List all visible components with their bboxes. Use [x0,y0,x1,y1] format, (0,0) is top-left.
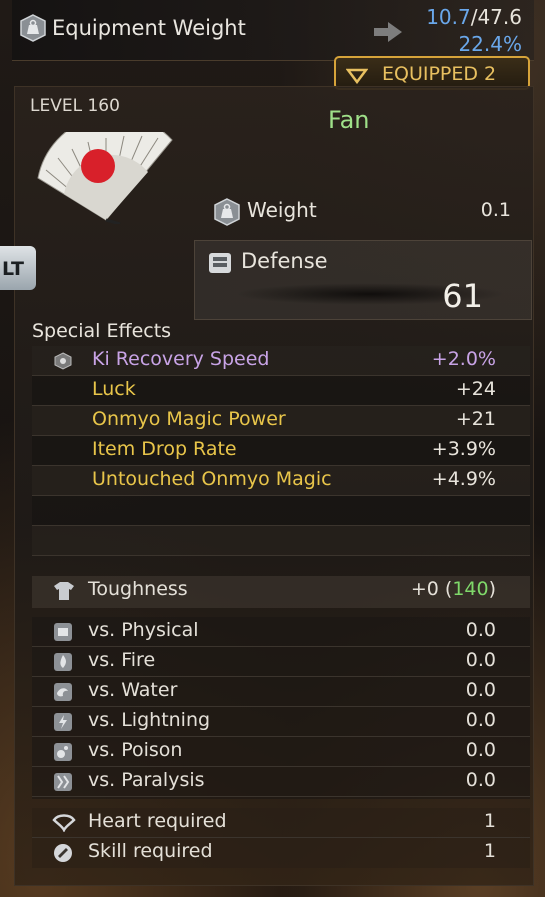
toughness-icon [52,580,76,606]
weight-icon [20,14,46,46]
resistance-value: 0.0 [465,709,496,731]
effect-row[interactable]: Luck +24 [32,376,530,406]
resistance-row[interactable]: vs. Lightning 0.0 [32,707,530,737]
effect-value: +3.9% [431,438,496,460]
weight-icon [214,198,240,230]
toughness-row[interactable]: Toughness +0 (140) [32,576,530,608]
skill-req-icon [52,842,74,868]
equipment-weight-title: Equipment Weight [52,16,246,40]
resistance-row[interactable]: vs. Physical 0.0 [32,617,530,647]
effect-row[interactable]: Ki Recovery Speed +2.0% [32,346,530,376]
resistance-value: 0.0 [465,619,496,641]
resistance-value: 0.0 [465,739,496,761]
resistance-label: vs. Poison [88,739,183,761]
resistance-list: vs. Physical 0.0 vs. Fire 0.0 vs. Water … [32,617,530,799]
toughness-value: +0 (140) [410,578,496,600]
equipped-label: EQUIPPED 2 [382,63,497,85]
arrow-right-icon [372,20,404,48]
paralysis-icon [52,771,74,797]
effect-row[interactable]: Untouched Onmyo Magic +4.9% [32,466,530,496]
effect-row[interactable]: Onmyo Magic Power +21 [32,406,530,436]
requirement-value: 1 [483,840,496,862]
requirement-value: 1 [483,810,496,832]
effect-label: Item Drop Rate [92,438,237,460]
weight-current: 10.7 [426,5,471,29]
resistance-row[interactable]: vs. Paralysis 0.0 [32,767,530,797]
effect-label: Luck [92,378,136,400]
resistance-value: 0.0 [465,679,496,701]
resistance-value: 0.0 [465,649,496,671]
item-name: Fan [328,106,370,134]
empty-effect-slot [32,496,530,526]
weight-readout: 10.7/47.6 22.4% [426,4,522,58]
toughness-total: 140 [452,578,489,600]
requirements-list: Heart required 1 Skill required 1 [32,808,530,868]
resistance-row[interactable]: vs. Poison 0.0 [32,737,530,767]
resistance-label: vs. Paralysis [88,769,205,791]
resistance-label: vs. Water [88,679,178,701]
resistance-label: vs. Lightning [88,709,211,731]
armor-icon [205,249,235,281]
water-icon [52,681,74,707]
item-weight-value: 0.1 [480,199,511,221]
empty-effect-slot [32,526,530,556]
fire-icon [52,651,74,677]
requirement-row[interactable]: Heart required 1 [32,808,530,838]
effect-value: +24 [455,378,496,400]
defense-label: Defense [241,249,328,273]
equipped-badge[interactable]: EQUIPPED 2 [334,56,530,90]
resistance-value: 0.0 [465,769,496,791]
defense-box: Defense 61 [194,240,532,320]
equipment-weight-bar: Equipment Weight 10.7/47.6 22.4% [12,0,534,61]
special-effects-title: Special Effects [32,320,172,342]
resistance-row[interactable]: vs. Fire 0.0 [32,647,530,677]
effect-label: Ki Recovery Speed [92,348,270,370]
weight-percent: 22.4% [458,32,522,56]
physical-icon [52,621,74,647]
resistance-label: vs. Fire [88,649,156,671]
toughness-label: Toughness [88,578,188,600]
fan-item-image [36,114,176,228]
effect-label: Onmyo Magic Power [92,408,286,430]
effect-value: +21 [455,408,496,430]
lt-label: LT [2,258,24,280]
requirement-label: Skill required [88,840,213,862]
item-weight-label: Weight [247,198,317,222]
defense-value: 61 [442,277,483,315]
resistance-row[interactable]: vs. Water 0.0 [32,677,530,707]
effect-value: +2.0% [431,348,496,370]
heart-req-icon [52,812,76,836]
effect-row[interactable]: Item Drop Rate +3.9% [32,436,530,466]
ki-effect-icon [54,352,72,374]
special-effects-list: Ki Recovery Speed +2.0% Luck +24 Onmyo M… [32,346,530,556]
effect-label: Untouched Onmyo Magic [92,468,332,490]
lightning-icon [52,711,74,737]
requirement-row[interactable]: Skill required 1 [32,838,530,868]
weight-max: /47.6 [470,5,522,29]
lt-button-hint[interactable]: LT [0,246,36,290]
resistance-label: vs. Physical [88,619,199,641]
item-level: LEVEL 160 [30,96,120,116]
effect-value: +4.9% [431,468,496,490]
requirement-label: Heart required [88,810,227,832]
poison-icon [52,741,74,767]
